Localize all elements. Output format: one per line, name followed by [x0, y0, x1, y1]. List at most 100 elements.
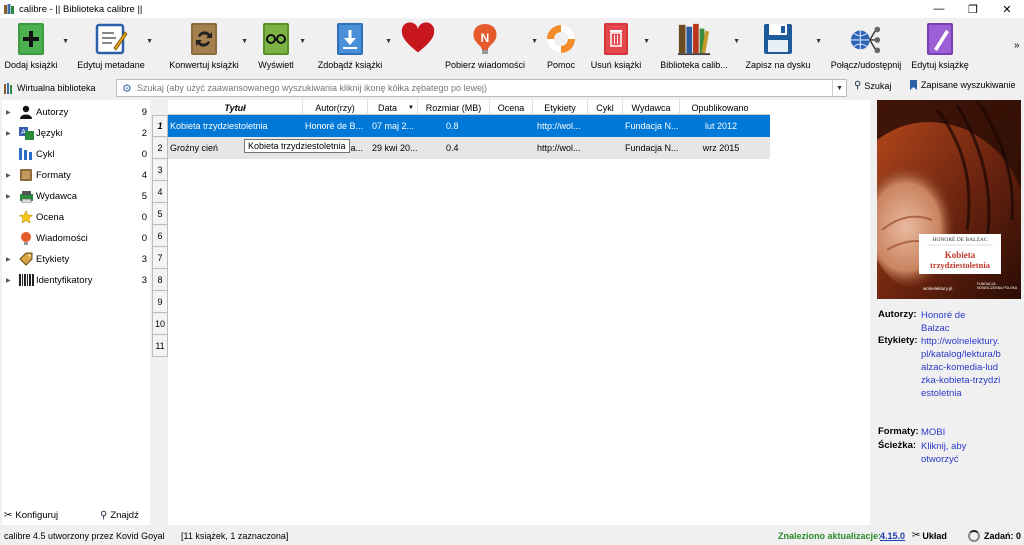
edit-book-button[interactable]: Edytuj książkę [910, 18, 970, 76]
library-button[interactable]: Biblioteka calib... ▼ [658, 18, 740, 76]
table-header: Tytuł Autor(rzy) Data ▼ Rozmiar (MB) Ocen… [168, 100, 770, 115]
tag-browser-item-tags[interactable]: ▶ Etykiety 3 [2, 249, 150, 269]
find-button[interactable]: ⚲ Znajdź [100, 510, 139, 521]
column-header-authors[interactable]: Autor(rzy) [303, 100, 368, 115]
search-button[interactable]: ⚲ Szukaj [854, 80, 891, 91]
path-link[interactable]: Kliknij, aby otworzyć [921, 440, 981, 466]
jobs-indicator[interactable]: Zadań: 0 [968, 529, 1021, 542]
virtual-library-label: Wirtualna biblioteka [17, 83, 96, 93]
close-button[interactable]: ✕ [990, 0, 1024, 18]
table-row[interactable]: Kobieta trzydziestoletnia Honoré de B...… [168, 115, 770, 137]
main-toolbar: Dodaj książki ▼ Edytuj metadane ▼ Konwer… [0, 18, 1024, 76]
remove-books-button[interactable]: Usuń książki ▼ [590, 18, 650, 76]
search-history-dropdown[interactable]: ▼ [832, 80, 846, 96]
news-small-icon [18, 230, 34, 246]
row-number[interactable]: 9 [152, 291, 168, 313]
authors-label: Autorzy: [878, 309, 917, 320]
tag-browser-item-rating[interactable]: Ocena 0 [2, 207, 150, 227]
expand-arrow-icon[interactable]: ▶ [6, 172, 16, 179]
toolbar-more-button[interactable]: » [1014, 40, 1020, 51]
tags-label: Etykiety: [878, 335, 918, 346]
column-header-published[interactable]: Opublikowano [680, 100, 760, 115]
row-number[interactable]: 2 [152, 137, 168, 159]
saved-searches-button[interactable]: Zapisane wyszukiwanie [910, 80, 1016, 90]
formats-link[interactable]: MOBI [921, 426, 1021, 439]
tag-browser-item-authors[interactable]: ▶ Autorzy 9 [2, 102, 150, 122]
row-number[interactable]: 5 [152, 203, 168, 225]
tag-browser-item-news[interactable]: Wiadomości 0 [2, 228, 150, 248]
tag-browser-item-languages[interactable]: ▶ A Języki 2 [2, 123, 150, 143]
tag-browser-item-series[interactable]: Cykl 0 [2, 144, 150, 164]
gear-icon[interactable]: ⚙ [122, 82, 132, 95]
maximize-button[interactable]: ❐ [956, 0, 990, 18]
tag-browser-item-formats[interactable]: ▶ Formaty 4 [2, 165, 150, 185]
fetch-news-button[interactable]: N Pobierz wiadomości ▼ [444, 18, 538, 76]
get-books-dropdown-arrow[interactable]: ▼ [385, 38, 392, 45]
library-dropdown-arrow[interactable]: ▼ [733, 38, 740, 45]
tools-icon: ✂ [4, 510, 13, 521]
authors-link[interactable]: Honoré de Balzac [921, 309, 981, 335]
column-header-size[interactable]: Rozmiar (MB) [418, 100, 490, 115]
view-dropdown-arrow[interactable]: ▼ [299, 38, 306, 45]
minimize-button[interactable]: — [922, 0, 956, 18]
remove-books-dropdown-arrow[interactable]: ▼ [643, 38, 650, 45]
expand-arrow-icon[interactable]: ▶ [6, 130, 16, 137]
tag-browser-footer: ✂ Konfiguruj ⚲ Znajdź [0, 506, 148, 526]
donate-heart-button[interactable] [398, 18, 438, 76]
cover-title-line2: trzydziestoletnia [930, 260, 990, 270]
star-icon [18, 209, 34, 225]
column-header-series[interactable]: Cykl [588, 100, 623, 115]
column-header-rating[interactable]: Ocena [490, 100, 533, 115]
connect-share-button[interactable]: Połącz/udostępnij [828, 18, 904, 76]
row-number-column: 1 2 3 4 5 6 7 8 9 10 11 [152, 100, 168, 357]
row-number[interactable]: 11 [152, 335, 168, 357]
row-number[interactable]: 6 [152, 225, 168, 247]
path-label: Ścieżka: [878, 440, 917, 451]
bookmark-icon [910, 80, 917, 90]
edit-metadata-button[interactable]: Edytuj metadane ▼ [77, 18, 153, 76]
expand-arrow-icon[interactable]: ▶ [6, 109, 16, 116]
sort-down-icon: ▼ [408, 104, 414, 111]
view-button[interactable]: Wyświetl ▼ [256, 18, 306, 76]
update-label: Znaleziono aktualizacje: [778, 530, 882, 541]
convert-books-button[interactable]: Konwertuj książki ▼ [168, 18, 248, 76]
fetch-news-dropdown-arrow[interactable]: ▼ [531, 38, 538, 45]
help-button[interactable]: Pomoc [544, 18, 578, 76]
tags-link[interactable]: http://wolnelektury.pl/katalog/lektura/b… [921, 335, 1001, 400]
update-version-link[interactable]: 4.15.0 [880, 531, 905, 541]
languages-icon: A [18, 125, 34, 141]
help-lifebuoy-icon [544, 22, 578, 56]
configure-button[interactable]: ✂ Konfiguruj [4, 510, 58, 521]
cover-publisher-logo: wolnelektury.pl [923, 286, 953, 291]
expand-arrow-icon[interactable]: ▶ [6, 193, 16, 200]
column-header-title[interactable]: Tytuł [168, 100, 303, 115]
convert-dropdown-arrow[interactable]: ▼ [241, 38, 248, 45]
tag-browser-item-identifiers[interactable]: ▶ Identyfikatory 3 [2, 270, 150, 290]
save-to-disk-button[interactable]: Zapisz na dysku ▼ [744, 18, 822, 76]
tag-browser-item-publisher[interactable]: ▶ Wydawca 5 [2, 186, 150, 206]
add-books-button[interactable]: Dodaj książki ▼ [3, 18, 69, 76]
edit-metadata-dropdown-arrow[interactable]: ▼ [146, 38, 153, 45]
row-number[interactable]: 4 [152, 181, 168, 203]
column-header-date[interactable]: Data ▼ [368, 100, 418, 115]
virtual-library-button[interactable]: Wirtualna biblioteka [4, 82, 114, 94]
window-title: calibre - || Biblioteka calibre || [19, 3, 143, 15]
layout-button[interactable]: ✂ Układ [912, 530, 947, 541]
row-number[interactable]: 10 [152, 313, 168, 335]
book-cover[interactable]: HONORÉ DE BALZAC Kobieta trzydziestoletn… [877, 100, 1021, 299]
expand-arrow-icon[interactable]: ▶ [6, 256, 16, 263]
add-books-dropdown-arrow[interactable]: ▼ [62, 38, 69, 45]
tags-icon [18, 251, 34, 267]
column-header-publisher[interactable]: Wydawca [623, 100, 680, 115]
search-input[interactable]: ⚙ Szukaj (aby użyć zaawansowanego wyszuk… [116, 79, 847, 97]
row-number[interactable]: 7 [152, 247, 168, 269]
save-dropdown-arrow[interactable]: ▼ [815, 38, 822, 45]
calibre-app-icon [3, 3, 15, 15]
row-number[interactable]: 3 [152, 159, 168, 181]
expand-arrow-icon[interactable]: ▶ [6, 277, 16, 284]
column-header-tags[interactable]: Etykiety [533, 100, 588, 115]
formats-icon [18, 167, 34, 183]
row-number[interactable]: 8 [152, 269, 168, 291]
row-number[interactable]: 1 [152, 115, 168, 137]
get-books-button[interactable]: Zdobądź książki ▼ [316, 18, 392, 76]
